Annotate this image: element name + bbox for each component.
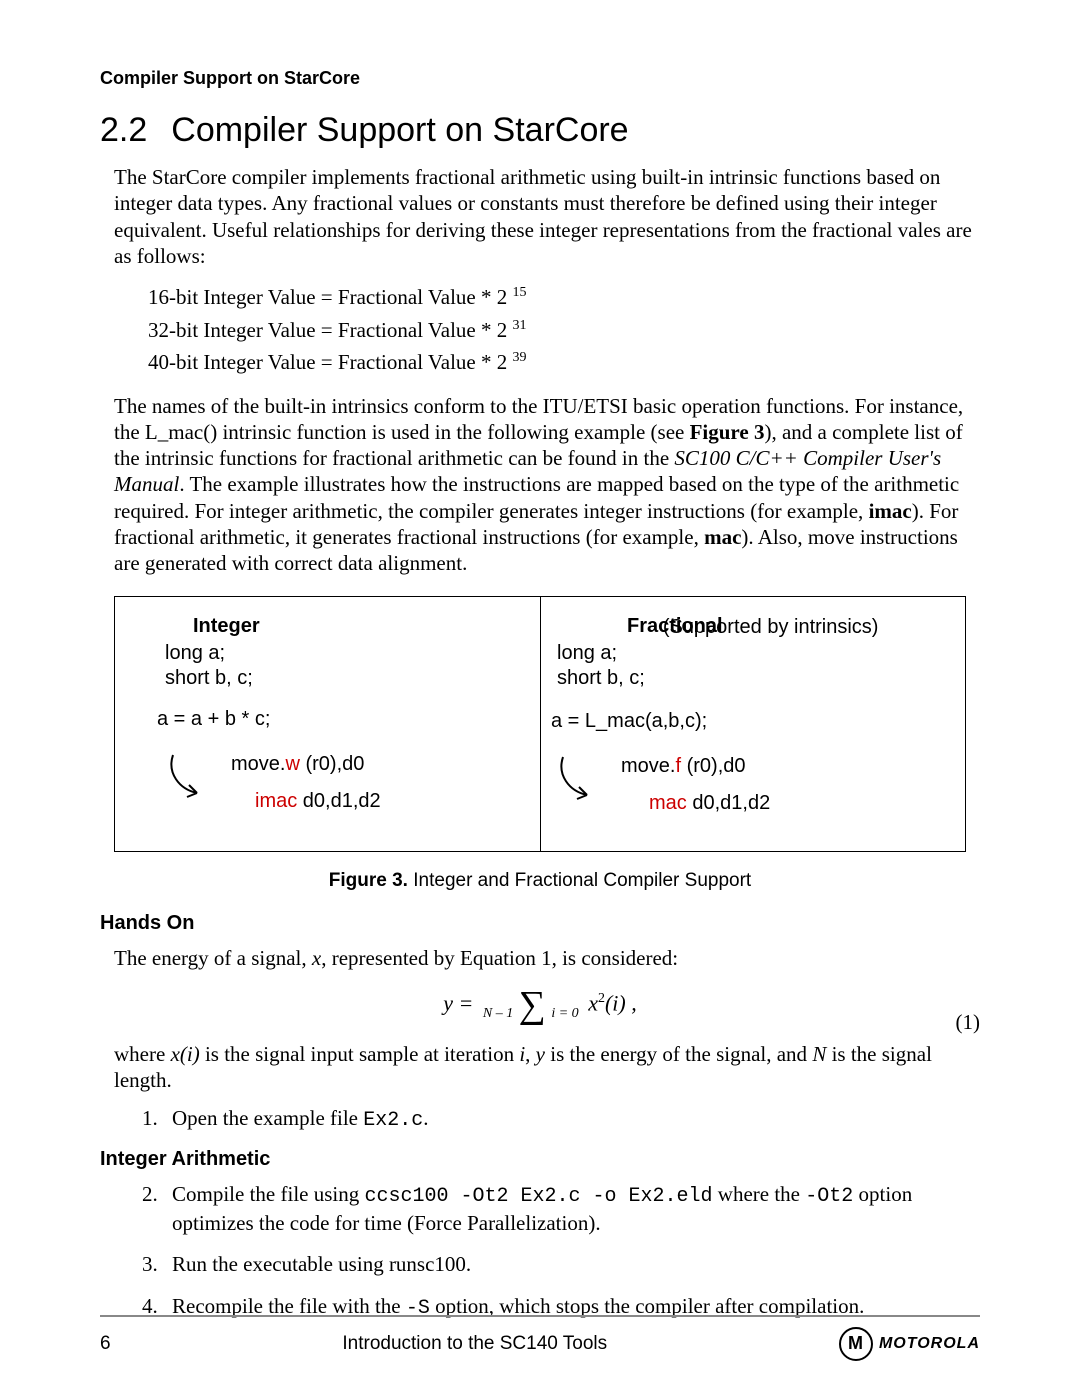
section-title: 2.2 Compiler Support on StarCore	[100, 111, 980, 150]
fig-decl-right-2: short b, c;	[557, 667, 645, 690]
list-item: 1. Open the example file Ex2.c.	[142, 1105, 980, 1134]
step-list: 1. Open the example file Ex2.c.	[100, 1105, 980, 1134]
list-item: 2. Compile the file using ccsc100 -Ot2 E…	[142, 1181, 980, 1237]
equation-label: (1)	[956, 1010, 981, 1035]
formula-32bit: 32-bit Integer Value = Fractional Value …	[148, 314, 980, 347]
paragraph-energy: The energy of a signal, x, represented b…	[114, 945, 980, 971]
figure-col-fractional: Fractional long a; short b, c; (Supporte…	[529, 615, 935, 829]
fig-subhead-fractional: (Supported by intrinsics)	[663, 616, 879, 639]
fig-expr-right: a = L_mac(a,b,c);	[551, 710, 935, 733]
arrow-icon	[551, 751, 605, 805]
motorola-mark-icon	[839, 1327, 873, 1361]
fig-decl-left-1: long a;	[165, 642, 529, 665]
figure-caption: Figure 3. Integer and Fractional Compile…	[100, 870, 980, 892]
fig-asm-right: move.f (r0),d0 mac d0,d1,d2	[621, 755, 770, 829]
paragraph-signal-defs: where x(i) is the signal input sample at…	[114, 1041, 980, 1094]
hands-on-heading: Hands On	[100, 912, 980, 935]
page-number: 6	[100, 1333, 111, 1355]
fig-decl-left-2: short b, c;	[165, 667, 529, 690]
paragraph-intro: The StarCore compiler implements fractio…	[114, 164, 980, 269]
fig-expr-left: a = a + b * c;	[157, 708, 529, 731]
running-header: Compiler Support on StarCore	[100, 68, 980, 89]
equation-1: y = N – 1 ∑ i = 0 x2(i) , (1)	[100, 988, 980, 1023]
motorola-logo: MOTOROLA	[839, 1327, 980, 1361]
formula-40bit: 40-bit Integer Value = Fractional Value …	[148, 346, 980, 379]
figure-col-integer: Integer long a; short b, c; a = a + b * …	[145, 615, 529, 829]
step-list-2: 2. Compile the file using ccsc100 -Ot2 E…	[100, 1181, 980, 1322]
section-title-text: Compiler Support on StarCore	[171, 111, 628, 149]
fig-decl-right-1: long a;	[557, 642, 645, 665]
formula-block: 16-bit Integer Value = Fractional Value …	[148, 281, 980, 379]
formula-16bit: 16-bit Integer Value = Fractional Value …	[148, 281, 980, 314]
section-number: 2.2	[100, 111, 147, 149]
footer-title: Introduction to the SC140 Tools	[111, 1333, 839, 1355]
paragraph-intrinsics: The names of the built-in intrinsics con…	[114, 393, 980, 577]
figure-3-box: Integer long a; short b, c; a = a + b * …	[114, 596, 966, 852]
integer-arithmetic-heading: Integer Arithmetic	[100, 1148, 980, 1171]
page-footer: 6 Introduction to the SC140 Tools MOTORO…	[100, 1315, 980, 1361]
motorola-brand-text: MOTOROLA	[879, 1335, 980, 1353]
fig-header-integer: Integer	[145, 615, 529, 638]
fig-asm-left: move.w (r0),d0 imac d0,d1,d2	[231, 753, 381, 827]
arrow-icon	[161, 749, 215, 803]
list-item: 3. Run the executable using runsc100.	[142, 1251, 980, 1278]
document-page: Compiler Support on StarCore 2.2 Compiler…	[0, 0, 1080, 1397]
